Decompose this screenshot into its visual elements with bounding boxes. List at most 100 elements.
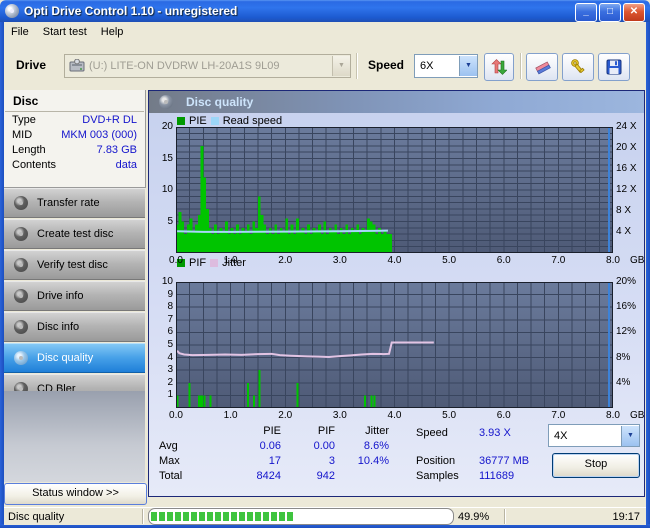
disc-icon — [14, 351, 28, 365]
axis-label: 7 — [167, 313, 173, 325]
readspeed-legend-swatch — [210, 117, 219, 125]
axis-label: 24 X — [616, 121, 637, 132]
disc-info-value: MKM 003 (000) — [61, 129, 137, 141]
axis-label: GB — [630, 255, 645, 266]
position-stat-value: 36777 MB — [479, 455, 530, 467]
sidebar-filler — [4, 391, 145, 482]
disc-info-label: Type — [12, 114, 36, 126]
axis-label: 8.0 — [606, 410, 620, 421]
stat-row-avg: Avg — [159, 440, 178, 452]
stop-button[interactable]: Stop — [552, 453, 640, 478]
statusbar-separator — [504, 509, 506, 524]
save-button[interactable] — [598, 53, 630, 81]
axis-label: 9 — [167, 288, 173, 300]
progress-block — [239, 512, 245, 521]
menu-item-start-test[interactable]: Start test — [36, 24, 94, 40]
progress-block — [247, 512, 253, 521]
disc-info-value: 7.83 GB — [96, 144, 137, 156]
status-window-button[interactable]: Status window >> — [4, 483, 147, 505]
sidebar-item-label: Disc quality — [37, 352, 94, 364]
sidebar-item-verify-test-disc[interactable]: Verify test disc — [4, 250, 145, 280]
app-disc-icon — [5, 4, 19, 18]
test-speed-select[interactable]: 4X ▼ — [548, 424, 640, 447]
drive-value: (U:) LITE-ON DVDRW LH-20A1S 9L09 — [89, 60, 280, 72]
axis-label: 10 — [161, 184, 173, 195]
close-button[interactable]: ✕ — [623, 3, 645, 22]
sidebar-item-transfer-rate[interactable]: Transfer rate — [4, 188, 145, 218]
sidebar-item-disc-info[interactable]: Disc info — [4, 312, 145, 342]
panel-header: Disc quality — [149, 91, 644, 113]
disc-quality-panel: Disc quality PIE Read speed PIF Jitter 2… — [148, 90, 645, 497]
floppy-save-icon — [606, 59, 622, 75]
sidebar-item-label: Transfer rate — [37, 197, 100, 209]
axis-label: 10 — [161, 276, 173, 287]
sidebar-item-create-test-disc[interactable]: Create test disc — [4, 219, 145, 249]
progress-block — [215, 512, 221, 521]
disc-info-label: Contents — [12, 159, 57, 171]
total-pif: 942 — [316, 470, 335, 482]
menu-item-file[interactable]: File — [4, 24, 36, 40]
axis-label: 5.0 — [442, 410, 457, 421]
sidebar-item-disc-quality[interactable]: Disc quality — [4, 343, 145, 373]
speed-select[interactable]: 6X ▼ — [414, 54, 478, 78]
disc-icon — [14, 258, 28, 272]
progress-block — [183, 512, 189, 521]
stat-col-jitter: Jitter — [365, 425, 389, 437]
pie-legend-label: PIE — [189, 115, 207, 127]
disc-icon — [14, 320, 28, 334]
axis-label: 1 — [167, 389, 173, 401]
progress-block — [151, 512, 157, 521]
minimize-button[interactable]: _ — [575, 3, 597, 22]
disc-info-label: Length — [12, 144, 46, 156]
total-pie: 8424 — [256, 470, 281, 482]
sidebar-item-label: Drive info — [37, 290, 84, 302]
pif-legend-label: PIF — [189, 257, 207, 269]
max-pie: 17 — [268, 455, 281, 467]
axis-label: 16% — [616, 301, 637, 313]
axis-label: 2.0 — [278, 410, 293, 421]
axis-label: 7.0 — [551, 410, 566, 421]
erase-disc-button[interactable] — [526, 53, 558, 81]
pie-legend-swatch — [177, 117, 185, 125]
test-speed-value: 4X — [554, 429, 568, 442]
elapsed-time: 19:17 — [612, 510, 640, 523]
axis-label: 12 X — [616, 184, 637, 195]
maximize-button[interactable]: □ — [599, 3, 621, 22]
axis-label: 8% — [616, 351, 631, 363]
avg-pie: 0.06 — [259, 440, 281, 452]
speed-dropdown-arrow-icon: ▼ — [459, 56, 477, 76]
axis-label: 5 — [167, 215, 173, 227]
readspeed-legend-label: Read speed — [222, 115, 283, 127]
progress-block — [287, 512, 293, 521]
axis-label: 2 — [167, 376, 173, 388]
max-pif: 3 — [328, 455, 335, 467]
progress-block — [167, 512, 173, 521]
avg-pif: 0.00 — [313, 440, 335, 452]
progress-block — [231, 512, 237, 521]
menu-item-help[interactable]: Help — [94, 24, 131, 40]
samples-stat-value: 111689 — [479, 470, 515, 482]
title-bar: Opti Drive Control 1.10 - unregistered _… — [0, 0, 650, 22]
disc-info-value: data — [115, 159, 137, 171]
stat-row-total: Total — [159, 470, 183, 482]
axis-label: 7.0 — [551, 255, 566, 266]
axis-label: 4.0 — [387, 410, 402, 421]
axis-label: 3.0 — [332, 255, 347, 266]
axis-label: 2.0 — [278, 255, 293, 266]
speed-label: Speed — [368, 58, 405, 72]
drive-select[interactable]: (U:) LITE-ON DVDRW LH-20A1S 9L09 ▼ — [64, 54, 351, 78]
axis-label: GB — [630, 410, 645, 421]
keys-icon — [571, 59, 585, 74]
refresh-button[interactable] — [484, 53, 514, 81]
sidebar-item-label: Verify test disc — [37, 259, 108, 271]
samples-stat-label: Samples — [416, 470, 459, 482]
eraser-icon — [535, 61, 551, 75]
progress-block — [191, 512, 197, 521]
axis-label: 20 X — [616, 142, 637, 153]
statusbar-separator — [142, 509, 144, 524]
sidebar-item-drive-info[interactable]: Drive info — [4, 281, 145, 311]
refresh-arrows-icon — [491, 59, 507, 75]
register-button[interactable] — [562, 53, 594, 81]
speed-value: 6X — [420, 60, 434, 72]
disc-info-row: MID MKM 003 (000) — [4, 127, 145, 142]
